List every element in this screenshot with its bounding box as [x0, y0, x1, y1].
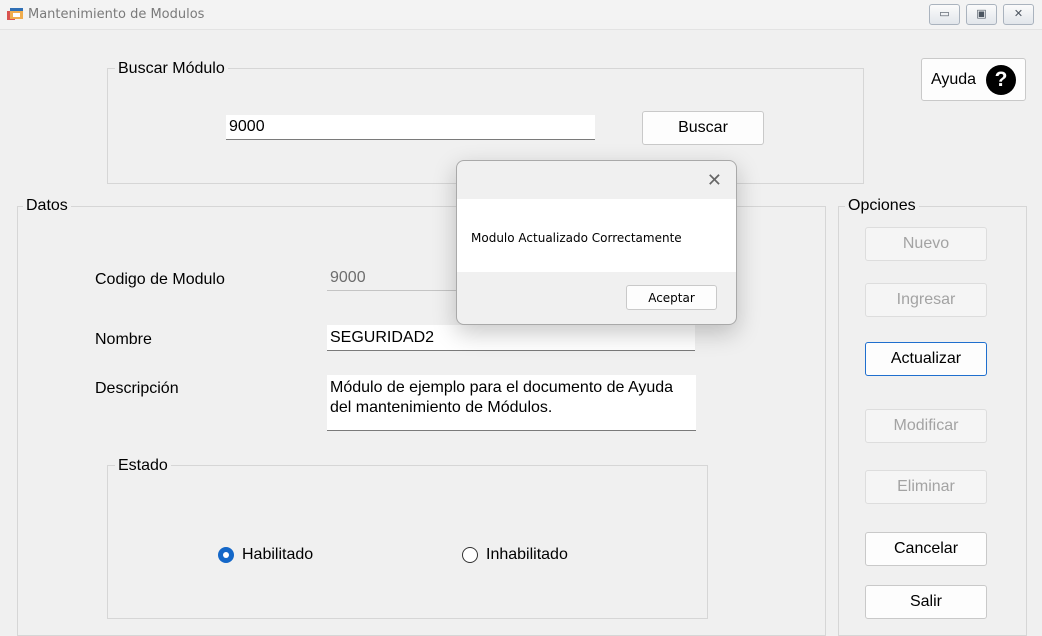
aceptar-button[interactable]: Aceptar — [626, 285, 717, 310]
help-question-icon: ? — [986, 64, 1017, 95]
datos-title: Datos — [23, 197, 71, 215]
dialog-message: Modulo Actualizado Correctamente — [471, 231, 682, 245]
codigo-modulo-label: Codigo de Modulo — [95, 271, 225, 288]
ayuda-button[interactable]: Ayuda ? — [921, 58, 1026, 101]
dialog-body: Modulo Actualizado Correctamente — [457, 199, 736, 272]
dialog-close-icon[interactable]: ✕ — [707, 170, 722, 190]
habilitado-label: Habilitado — [242, 546, 314, 563]
window-title: Mantenimiento de Modulos — [28, 7, 205, 22]
ayuda-label: Ayuda — [930, 70, 977, 88]
nuevo-button[interactable]: Nuevo — [865, 227, 987, 261]
actualizar-button[interactable]: Actualizar — [865, 342, 987, 376]
estado-title: Estado — [115, 457, 171, 475]
cancelar-button[interactable]: Cancelar — [865, 532, 987, 566]
salir-button[interactable]: Salir — [865, 585, 987, 619]
radio-unchecked-icon — [462, 547, 478, 563]
buscar-button[interactable]: Buscar — [642, 111, 764, 145]
opciones-title: Opciones — [845, 197, 919, 215]
descripcion-field[interactable]: Módulo de ejemplo para el documento de A… — [327, 375, 696, 431]
modificar-button[interactable]: Modificar — [865, 409, 987, 443]
app-form-icon — [7, 8, 23, 20]
title-bar: Mantenimiento de Modulos ▭ ▣ ✕ — [0, 0, 1042, 30]
buscar-modulo-input[interactable] — [226, 115, 595, 140]
descripcion-label: Descripción — [95, 380, 179, 397]
inhabilitado-label: Inhabilitado — [486, 546, 568, 563]
nombre-field[interactable] — [327, 325, 695, 351]
estado-group — [107, 465, 708, 619]
eliminar-button[interactable]: Eliminar — [865, 470, 987, 504]
maximize-button[interactable]: ▣ — [966, 4, 997, 25]
message-dialog: ✕ Modulo Actualizado Correctamente Acept… — [456, 160, 737, 325]
close-window-button[interactable]: ✕ — [1003, 4, 1034, 25]
radio-checked-icon — [218, 547, 234, 563]
ingresar-button[interactable]: Ingresar — [865, 283, 987, 317]
habilitado-radio[interactable]: Habilitado — [218, 546, 313, 564]
nombre-label: Nombre — [95, 331, 152, 348]
minimize-button[interactable]: ▭ — [929, 4, 960, 25]
inhabilitado-radio[interactable]: Inhabilitado — [462, 546, 568, 564]
buscar-modulo-title: Buscar Módulo — [115, 60, 228, 78]
